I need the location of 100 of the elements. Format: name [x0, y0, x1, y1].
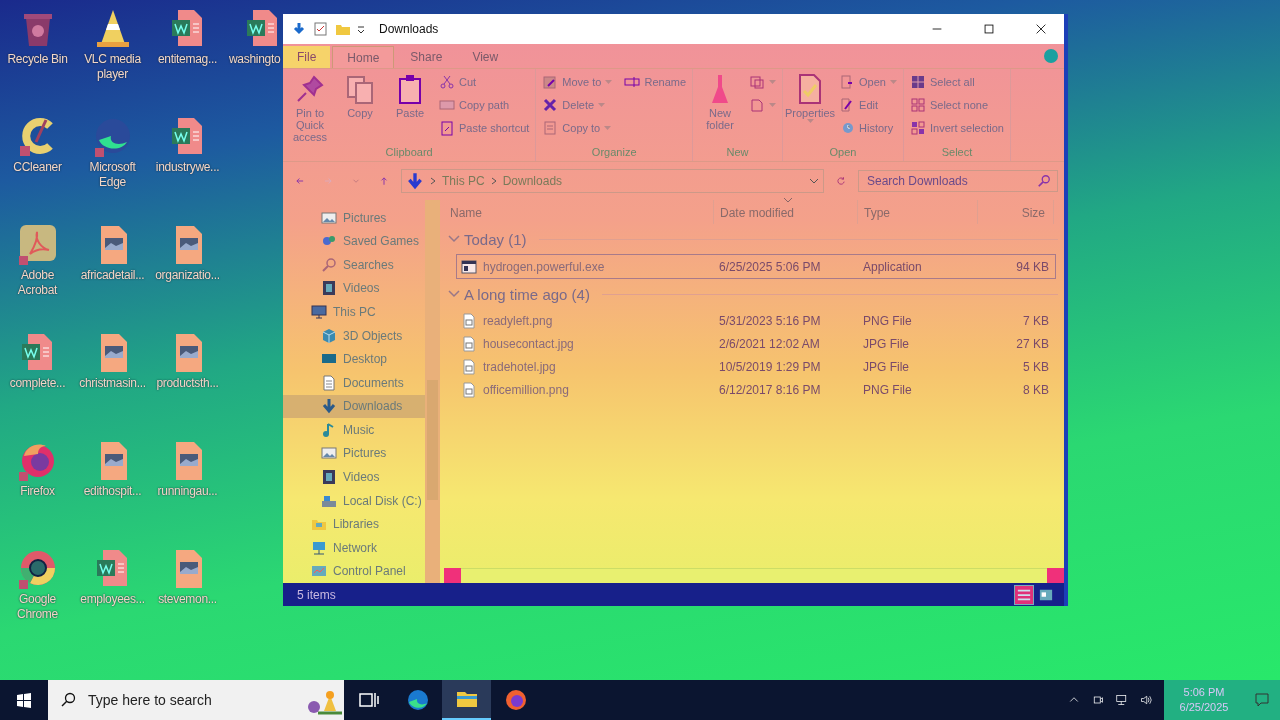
file-name: hydrogen.powerful.exe: [483, 259, 605, 274]
firefox-icon: [503, 688, 528, 712]
status-text: 5 items: [297, 587, 336, 602]
file-row[interactable]: hydrogen.powerful.exe 6/25/2025 5:06 PM Application 94 KB: [456, 254, 1056, 279]
nav-item[interactable]: This PC: [283, 300, 425, 324]
file-row[interactable]: officemillion.png 6/12/2017 8:16 PM PNG File 8 KB: [456, 378, 1056, 401]
file-name: tradehotel.jpg: [483, 359, 556, 374]
ribbon-button[interactable]: Edit: [837, 94, 899, 115]
taskbar-app[interactable]: [442, 680, 491, 720]
nav-item[interactable]: Pictures: [283, 441, 425, 466]
icon-label: industrywe...: [155, 160, 220, 175]
scroll-left-button[interactable]: [444, 568, 461, 583]
help-icon[interactable]: [1044, 49, 1058, 63]
network-icon: [1116, 692, 1128, 708]
ribbon-button[interactable]: New folder: [697, 71, 744, 146]
icon-label: VLC media player: [83, 52, 142, 82]
ribbon-tab[interactable]: View: [458, 46, 513, 68]
nav-item[interactable]: Desktop: [283, 347, 425, 371]
nav-item[interactable]: Downloads: [283, 394, 425, 419]
icon-label: stevemon...: [158, 592, 217, 607]
nav-item[interactable]: Music: [283, 418, 425, 442]
scrollbar[interactable]: [425, 200, 440, 583]
ribbon-button[interactable]: Select none: [907, 94, 1006, 115]
icon-label: christmasin...: [79, 376, 146, 391]
ribbon-tab[interactable]: File: [283, 46, 331, 68]
nav-item[interactable]: Saved Games: [283, 229, 425, 254]
nav-item[interactable]: Network: [283, 535, 425, 560]
ribbon-button[interactable]: Cut: [437, 71, 532, 92]
date-cell-text: 10/5/2019 1:29 PM: [718, 359, 822, 374]
nav-item[interactable]: Libraries: [283, 512, 425, 536]
address-bar[interactable]: This PC Downloads: [401, 169, 824, 193]
details-view-button[interactable]: [1014, 584, 1034, 605]
ribbon-button[interactable]: Rename: [622, 71, 689, 92]
group-header[interactable]: Today (1): [444, 224, 1064, 254]
search-input[interactable]: Type here to search: [86, 691, 294, 709]
ribbon-button[interactable]: Copy to: [540, 117, 615, 138]
pictures-icon: [321, 209, 337, 226]
clipboard-icon: [439, 119, 455, 136]
search-field[interactable]: Search Downloads: [858, 170, 1058, 192]
nav-item[interactable]: Documents: [283, 370, 425, 395]
breadcrumb[interactable]: Downloads: [502, 174, 563, 188]
icon-label: CCleaner: [13, 160, 62, 175]
icon-label: Microsoft Edge: [88, 160, 137, 190]
ribbon-button[interactable]: Move to: [540, 71, 615, 92]
icon-label: Adobe Acrobat: [16, 268, 59, 298]
type-cell-text: Application: [862, 259, 923, 274]
ribbon-button[interactable]: Copy: [337, 71, 383, 146]
nav-item[interactable]: Searches: [283, 253, 425, 277]
ribbon-tab[interactable]: Home: [332, 46, 395, 68]
ribbon-button[interactable]: Open: [837, 71, 899, 92]
copy-icon: [542, 119, 559, 136]
nav-item[interactable]: Control Panel: [283, 559, 425, 583]
windows-logo-icon: [16, 692, 32, 708]
icon-label: edithospit...: [83, 484, 142, 499]
scroll-thumb[interactable]: [461, 568, 1047, 583]
caret-icon: [357, 25, 365, 33]
nav-item[interactable]: Videos: [283, 276, 425, 301]
size-cell-text: 94 KB: [1015, 259, 1050, 274]
column-header[interactable]: Name: [444, 200, 714, 224]
column-header[interactable]: Type: [858, 200, 978, 224]
icon-label: employees...: [80, 592, 145, 607]
download-arrow-icon: [291, 21, 307, 37]
size-cell-text: 5 KB: [1022, 359, 1050, 374]
type-cell-text: JPG File: [862, 336, 910, 351]
nav-item[interactable]: Pictures: [283, 206, 425, 230]
taskbar-search-field[interactable]: Type here to search: [48, 680, 344, 720]
ribbon-button[interactable]: Pin to Quick access: [287, 71, 333, 146]
breadcrumb[interactable]: This PC: [442, 174, 485, 188]
ribbon-tab[interactable]: Share: [396, 46, 457, 68]
group-header[interactable]: A long time ago (4): [444, 279, 1064, 309]
icon-label: Recycle Bin: [7, 52, 68, 67]
nav-item[interactable]: 3D Objects: [283, 323, 425, 348]
group-label: Clipboard: [384, 146, 434, 160]
file-row[interactable]: readyleft.png 5/31/2023 5:16 PM PNG File 7 KB: [456, 309, 1056, 332]
nav-item[interactable]: Local Disk (C:): [283, 488, 425, 513]
icon-label: Google Chrome: [16, 592, 59, 622]
group-label: Open: [828, 146, 858, 160]
column-header[interactable]: Size: [978, 200, 1054, 224]
icon-label: entitemag...: [157, 52, 218, 67]
ribbon-button[interactable]: Invert selection: [907, 117, 1006, 138]
ribbon-button[interactable]: Select all: [907, 71, 1006, 92]
search-input[interactable]: Search Downloads: [865, 173, 1037, 189]
clock-date: 6/25/2025: [1179, 700, 1229, 715]
copy-icon: [344, 73, 376, 105]
ribbon-button[interactable]: Copy path: [437, 94, 532, 115]
nav-item[interactable]: Videos: [283, 465, 425, 489]
ribbon-button[interactable]: Delete: [540, 94, 615, 115]
ribbon-button[interactable]: Paste shortcut: [437, 117, 532, 138]
ribbon-button[interactable]: Properties: [787, 71, 834, 146]
type-cell-text: PNG File: [862, 313, 913, 328]
column-header[interactable]: Date modified: [714, 200, 858, 224]
icon-label: Firefox: [20, 484, 55, 499]
notifications-button[interactable]: [1244, 680, 1280, 720]
ribbon-button[interactable]: History: [837, 117, 899, 138]
message-icon: [1254, 692, 1270, 708]
file-row[interactable]: tradehotel.jpg 10/5/2019 1:29 PM JPG File 5 KB: [456, 355, 1056, 378]
clock[interactable]: 5:06 PM 6/25/2025: [1164, 680, 1244, 720]
type-cell-text: JPG File: [862, 359, 910, 374]
file-row[interactable]: housecontact.jpg 2/6/2021 12:02 AM JPG File 27 KB: [456, 332, 1056, 355]
ribbon-button[interactable]: Paste: [387, 71, 433, 146]
